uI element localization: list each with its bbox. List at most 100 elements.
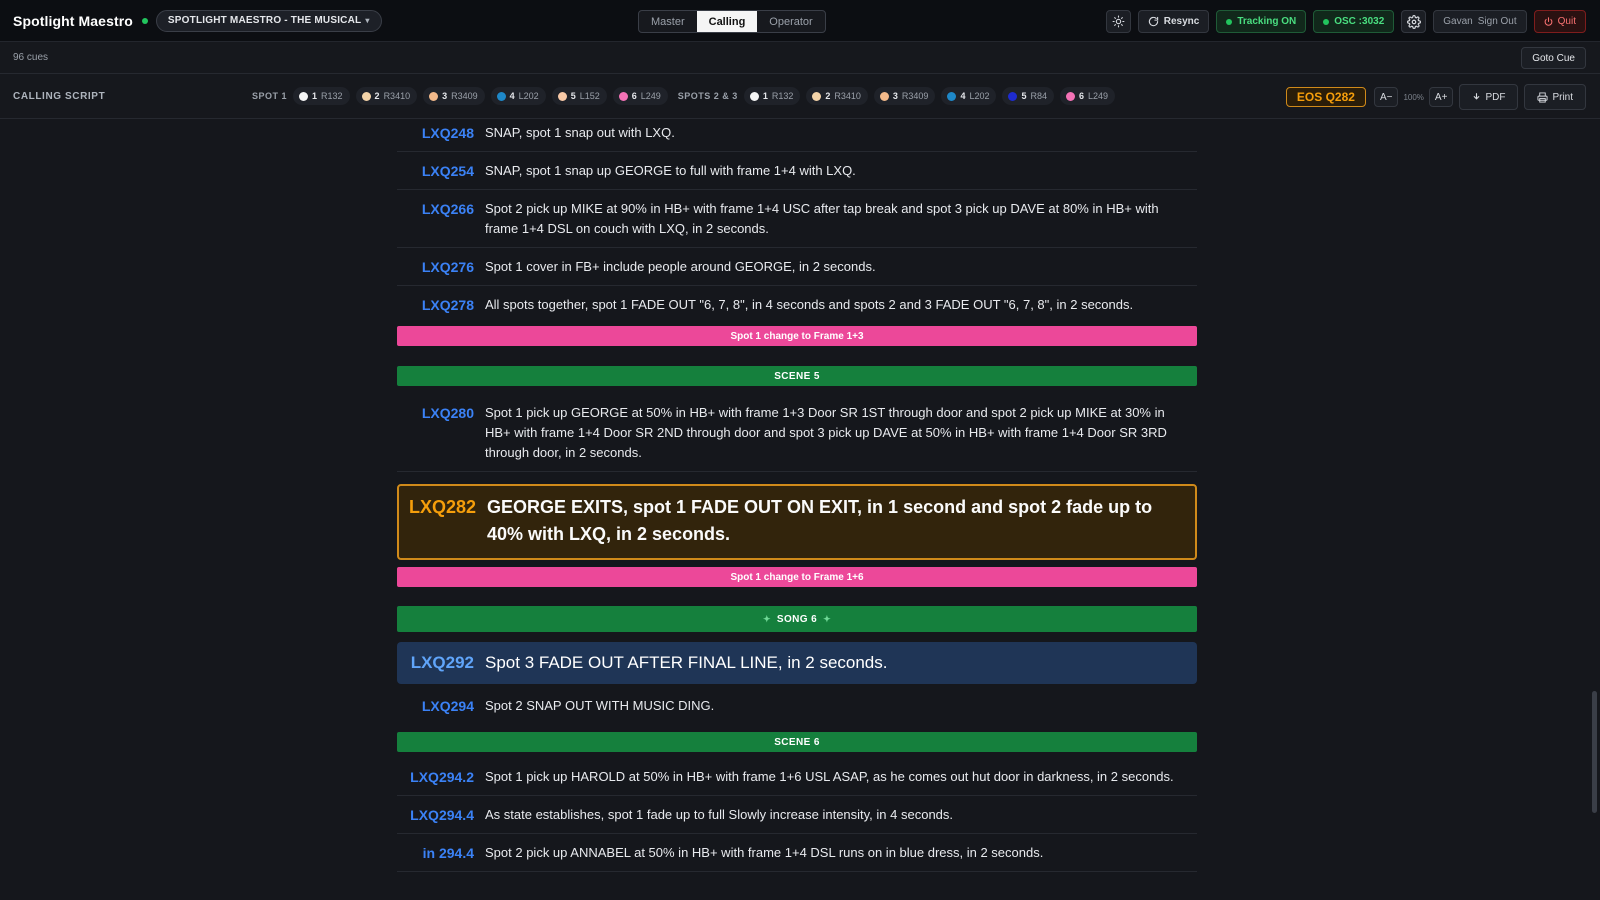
sun-icon (1112, 15, 1125, 28)
color-chip[interactable]: 6 L249 (612, 87, 668, 105)
color-chip[interactable]: 4 L202 (941, 87, 997, 105)
app-title: Spotlight Maestro (13, 12, 133, 29)
sign-out-link[interactable]: Sign Out (1478, 16, 1517, 27)
sparkle-icon: ✦ (823, 613, 832, 624)
top-bar: Spotlight Maestro SPOTLIGHT MAESTRO - TH… (0, 0, 1600, 42)
show-name: SPOTLIGHT MAESTRO - THE MUSICAL (167, 15, 362, 26)
color-chip[interactable]: 3 R3409 (423, 87, 485, 105)
tracking-status-dot (1226, 18, 1233, 25)
cue-text: Spot 1 pick up HAROLD at 50% in HB+ with… (485, 769, 1174, 784)
color-swatch (618, 91, 628, 101)
color-swatch (749, 91, 759, 101)
power-icon (1544, 17, 1553, 26)
spots23-group-label: SPOTS 2 & 3 (677, 91, 738, 101)
status-bar: 96 cues Goto Cue (0, 42, 1600, 74)
tracking-toggle[interactable]: Tracking ON (1216, 10, 1307, 33)
frame-change-banner: Spot 1 change to Frame 1+6 (397, 567, 1197, 587)
osc-status-badge[interactable]: OSC :3032 (1313, 10, 1395, 33)
theme-toggle-button[interactable] (1105, 10, 1131, 33)
print-button[interactable]: Print (1524, 84, 1586, 110)
color-swatch (1066, 91, 1076, 101)
next-cue-text: Spot 3 FADE OUT AFTER FINAL LINE, in 2 s… (485, 653, 888, 672)
color-chip[interactable]: 5 L152 (551, 87, 607, 105)
next-cue[interactable]: LXQ292 Spot 3 FADE OUT AFTER FINAL LINE,… (397, 642, 1197, 684)
goto-cue-button[interactable]: Goto Cue (1521, 47, 1586, 69)
osc-status-dot (1323, 18, 1330, 25)
resync-button[interactable]: Resync (1137, 10, 1210, 33)
cue-id: LXQ294 (421, 698, 474, 714)
download-icon (1474, 93, 1480, 100)
color-swatch (361, 91, 371, 101)
cue-row[interactable]: LXQ278 All spots together, spot 1 FADE O… (397, 286, 1197, 323)
cue-id: LXQ248 (421, 125, 474, 141)
cue-row[interactable]: LXQ280 Spot 1 pick up GEORGE at 50% in H… (397, 401, 1197, 472)
color-chip[interactable]: 1 R132 (743, 87, 801, 105)
cue-row[interactable]: LXQ294 Spot 2 SNAP OUT WITH MUSIC DING. (397, 693, 1197, 724)
pdf-button[interactable]: PDF (1459, 84, 1519, 110)
cue-id: LXQ278 (421, 297, 474, 313)
spots23-color-chips: 1 R132 2 R3410 3 R3409 4 L202 5 R84 6 L249 (743, 87, 1116, 105)
mode-switcher: Master Calling Operator (638, 10, 826, 33)
calling-script-toolbar: CALLING SCRIPT SPOT 1 1 R132 2 R3410 3 R340… (0, 74, 1600, 119)
cue-id: LXQ254 (421, 163, 474, 179)
color-chip[interactable]: 1 R132 (293, 87, 350, 105)
chevron-down-icon: ▾ (365, 16, 370, 25)
cue-row[interactable]: LXQ294.2 Spot 1 pick up HAROLD at 50% in… (397, 765, 1197, 796)
cue-row[interactable]: LXQ254 SNAP, spot 1 snap up GEORGE to fu… (397, 152, 1197, 190)
printer-icon (1537, 91, 1548, 103)
sparkle-icon: ✦ (762, 613, 771, 624)
scrollbar-thumb[interactable] (1592, 691, 1597, 813)
current-cue-id: LXQ282 (408, 497, 476, 517)
tracking-label: Tracking ON (1237, 16, 1297, 27)
mode-operator[interactable]: Operator (757, 11, 824, 32)
script-column: LXQ248 SNAP, spot 1 snap out with LXQ. L… (397, 119, 1197, 872)
cue-text: Spot 1 cover in FB+ include people aroun… (485, 259, 876, 274)
font-increase-button[interactable]: A+ (1428, 87, 1454, 107)
next-cue-id: LXQ292 (410, 653, 474, 672)
color-swatch (557, 91, 567, 101)
cue-id: LXQ294.4 (410, 807, 474, 823)
scene-banner: SCENE 6 (397, 732, 1197, 752)
mode-calling[interactable]: Calling (696, 11, 758, 32)
font-decrease-button[interactable]: A− (1373, 87, 1399, 107)
scene-banner: SCENE 5 (397, 366, 1197, 386)
color-swatch (1008, 91, 1018, 101)
color-chip[interactable]: 2 R3410 (806, 87, 868, 105)
color-chip[interactable]: 3 R3409 (873, 87, 936, 105)
cue-text: All spots together, spot 1 FADE OUT "6, … (485, 297, 1134, 312)
cue-row[interactable]: in 294.4 Spot 2 pick up ANNABEL at 50% i… (397, 834, 1197, 872)
frame-change-banner: Spot 1 change to Frame 1+3 (397, 326, 1197, 346)
cue-id: LXQ276 (421, 259, 474, 275)
gear-icon (1406, 14, 1421, 29)
color-chip[interactable]: 5 R84 (1002, 87, 1055, 105)
song-banner-label: SONG 6 (776, 613, 818, 625)
zoom-level: 100% (1403, 92, 1424, 102)
spot1-color-chips: 1 R132 2 R3410 3 R3409 4 L202 5 L152 6 L249 (293, 87, 668, 105)
show-selector[interactable]: SPOTLIGHT MAESTRO - THE MUSICAL ▾ (155, 9, 382, 32)
user-menu[interactable]: Gavan Sign Out (1433, 10, 1527, 33)
settings-button[interactable] (1401, 10, 1427, 33)
cue-text: As state establishes, spot 1 fade up to … (485, 807, 954, 822)
cue-text: Spot 2 pick up MIKE at 90% in HB+ with f… (485, 201, 1159, 236)
cue-row[interactable]: LXQ248 SNAP, spot 1 snap out with LXQ. (397, 119, 1197, 152)
color-chip[interactable]: 2 R3410 (355, 87, 418, 105)
cue-text: Spot 2 SNAP OUT WITH MUSIC DING. (485, 698, 715, 713)
cue-row[interactable]: LXQ294.4 As state establishes, spot 1 fa… (397, 796, 1197, 834)
cue-row[interactable]: LXQ266 Spot 2 pick up MIKE at 90% in HB+… (397, 190, 1197, 248)
color-swatch (947, 91, 957, 101)
section-title: CALLING SCRIPT (13, 90, 106, 102)
color-chip[interactable]: 6 L249 (1060, 87, 1116, 105)
song-banner: ✦ SONG 6 ✦ (397, 606, 1197, 632)
mode-master[interactable]: Master (639, 11, 697, 32)
current-cue[interactable]: LXQ282 GEORGE EXITS, spot 1 FADE OUT ON … (397, 484, 1197, 560)
color-chip[interactable]: 4 L202 (490, 87, 546, 105)
quit-button[interactable]: Quit (1533, 10, 1586, 33)
cue-text: Spot 2 pick up ANNABEL at 50% in HB+ wit… (485, 845, 1044, 860)
quit-label: Quit (1557, 16, 1576, 27)
user-name: Gavan (1443, 16, 1473, 27)
script-view: LXQ248 SNAP, spot 1 snap out with LXQ. L… (0, 119, 1600, 900)
cue-count: 96 cues (13, 52, 49, 63)
color-swatch (429, 91, 439, 101)
cue-id: LXQ266 (421, 201, 474, 217)
cue-row[interactable]: LXQ276 Spot 1 cover in FB+ include peopl… (397, 248, 1197, 286)
